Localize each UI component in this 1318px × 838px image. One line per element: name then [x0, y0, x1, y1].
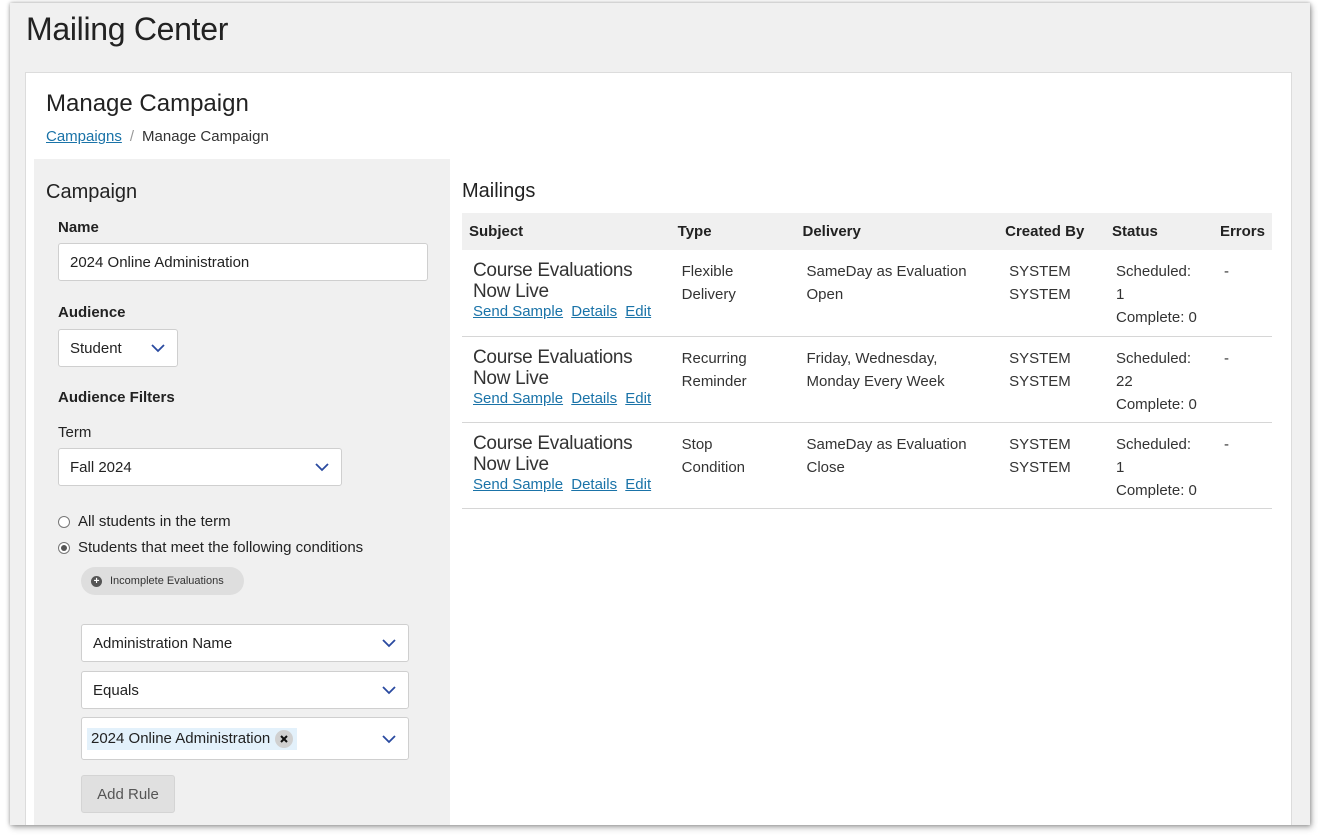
details-link[interactable]: Details — [571, 476, 617, 493]
delivery-cell: Friday, Wednesday, Monday Every Week — [795, 336, 999, 423]
remove-tag-icon[interactable] — [275, 729, 294, 748]
rule-value-tag: 2024 Online Administration — [87, 727, 298, 750]
rule-operator-value: Equals — [93, 681, 139, 699]
app-title: Mailing Center — [26, 11, 229, 47]
breadcrumb-campaigns-link[interactable]: Campaigns — [46, 128, 122, 145]
rule-value-multiselect[interactable]: 2024 Online Administration — [81, 717, 409, 760]
type-cell: Stop Condition — [670, 422, 796, 509]
errors-cell: - — [1212, 336, 1272, 423]
breadcrumb: Campaigns / Manage Campaign — [46, 128, 269, 145]
delivery-cell: SameDay as Evaluation Close — [795, 422, 999, 509]
type-cell: Recurring Reminder — [670, 336, 796, 423]
edit-link[interactable]: Edit — [625, 303, 651, 320]
radio-all-students-label: All students in the term — [78, 513, 231, 530]
mailing-actions: Send Sample Details Edit — [469, 389, 664, 409]
mailing-actions: Send Sample Details Edit — [469, 475, 664, 495]
mailings-title: Mailings — [462, 180, 536, 202]
table-header-row: Subject Type Delivery Created By Status … — [462, 213, 1272, 250]
created-by-cell: SYSTEM SYSTEM — [998, 336, 1105, 423]
mailing-actions: Send Sample Details Edit — [469, 302, 664, 322]
chevron-down-icon — [382, 686, 396, 695]
column-header-created-by: Created By — [998, 213, 1105, 250]
delivery-cell: SameDay as Evaluation Open — [795, 250, 999, 337]
edit-link[interactable]: Edit — [625, 476, 651, 493]
radio-button[interactable] — [58, 515, 70, 528]
term-label: Term — [58, 424, 92, 441]
radio-button-checked[interactable] — [58, 541, 70, 554]
plus-circle-icon: + — [91, 575, 102, 587]
chevron-down-icon — [382, 734, 396, 743]
column-header-errors: Errors — [1212, 213, 1272, 250]
rule-value-tag-label: 2024 Online Administration — [91, 730, 271, 747]
table-row: Course Evaluations Now Live Send Sample D… — [462, 422, 1272, 509]
status-cell: Scheduled: 22 Complete: 0 — [1105, 336, 1213, 423]
errors-cell: - — [1212, 422, 1272, 509]
condition-pill-incomplete-evaluations[interactable]: + Incomplete Evaluations — [81, 567, 244, 595]
audience-select[interactable]: Student — [58, 329, 178, 367]
mailing-subject: Course Evaluations Now Live — [473, 346, 633, 389]
campaign-panel: Campaign Name Audience Student Audience … — [34, 159, 450, 825]
table-row: Course Evaluations Now Live Send Sample D… — [462, 250, 1272, 337]
campaign-name-input[interactable] — [58, 243, 428, 281]
rule-field-select[interactable]: Administration Name — [81, 624, 409, 662]
send-sample-link[interactable]: Send Sample — [473, 303, 563, 320]
term-select-value: Fall 2024 — [70, 458, 132, 476]
condition-pill-label: Incomplete Evaluations — [110, 575, 224, 587]
rule-field-value: Administration Name — [93, 634, 233, 652]
table-row: Course Evaluations Now Live Send Sample D… — [462, 336, 1272, 423]
name-label: Name — [58, 219, 99, 236]
radio-all-students[interactable]: All students in the term — [58, 513, 231, 530]
subject-cell: Course Evaluations Now Live Send Sample D… — [462, 336, 671, 423]
subject-cell: Course Evaluations Now Live Send Sample D… — [462, 422, 671, 509]
campaign-section-title: Campaign — [46, 181, 138, 203]
audience-select-value: Student — [70, 339, 122, 357]
radio-conditions-label: Students that meet the following conditi… — [78, 539, 364, 556]
column-header-status: Status — [1105, 213, 1213, 250]
app-window: Mailing Center Manage Campaign Campaigns… — [10, 3, 1310, 825]
add-rule-button[interactable]: Add Rule — [81, 775, 175, 813]
mailings-table: Subject Type Delivery Created By Status … — [462, 213, 1272, 509]
subject-cell: Course Evaluations Now Live Send Sample D… — [462, 250, 671, 337]
mailing-subject: Course Evaluations Now Live — [473, 432, 633, 475]
send-sample-link[interactable]: Send Sample — [473, 476, 563, 493]
created-by-cell: SYSTEM SYSTEM — [998, 422, 1105, 509]
send-sample-link[interactable]: Send Sample — [473, 390, 563, 407]
edit-link[interactable]: Edit — [625, 390, 651, 407]
status-cell: Scheduled: 1 Complete: 0 — [1105, 422, 1213, 509]
breadcrumb-separator: / — [129, 128, 135, 145]
manage-campaign-card: Manage Campaign Campaigns / Manage Campaig… — [25, 72, 1292, 825]
column-header-subject: Subject — [462, 213, 671, 250]
radio-conditions[interactable]: Students that meet the following conditi… — [58, 539, 363, 556]
type-cell: Flexible Delivery — [670, 250, 796, 337]
audience-label: Audience — [58, 304, 126, 321]
chevron-down-icon — [315, 463, 329, 472]
created-by-cell: SYSTEM SYSTEM — [998, 250, 1105, 337]
audience-filters-label: Audience Filters — [58, 389, 175, 406]
term-select[interactable]: Fall 2024 — [58, 448, 342, 486]
details-link[interactable]: Details — [571, 303, 617, 320]
page-title: Manage Campaign — [46, 90, 249, 117]
column-header-type: Type — [670, 213, 796, 250]
chevron-down-icon — [382, 639, 396, 648]
rule-operator-select[interactable]: Equals — [81, 671, 409, 709]
mailing-subject: Course Evaluations Now Live — [473, 260, 633, 302]
column-header-delivery: Delivery — [795, 213, 999, 250]
chevron-down-icon — [151, 344, 165, 353]
status-cell: Scheduled: 1 Complete: 0 — [1105, 250, 1213, 337]
details-link[interactable]: Details — [571, 390, 617, 407]
breadcrumb-current: Manage Campaign — [142, 128, 269, 145]
errors-cell: - — [1212, 250, 1272, 337]
